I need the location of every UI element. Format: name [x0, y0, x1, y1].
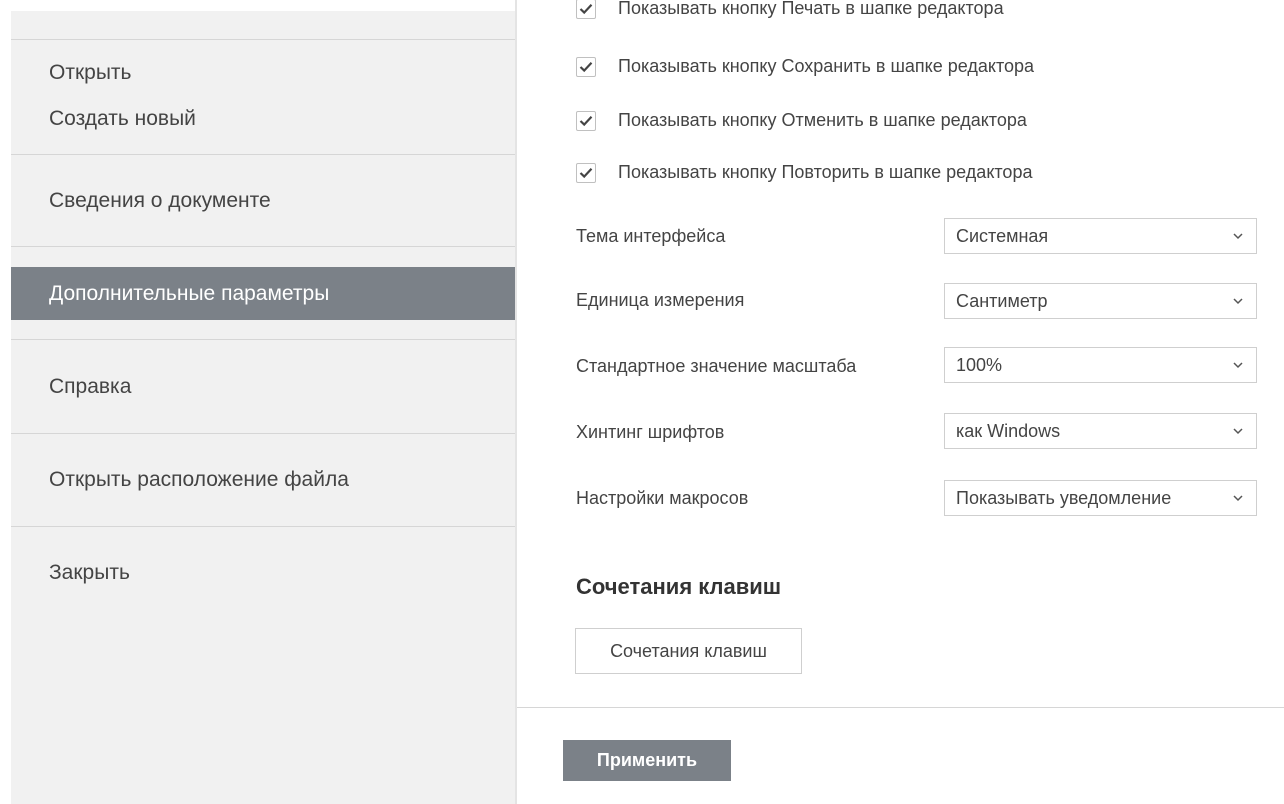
- sidebar-item-help[interactable]: Справка: [11, 340, 515, 433]
- check-icon: [579, 167, 593, 178]
- checkbox-row-redo[interactable]: Показывать кнопку Повторить в шапке реда…: [576, 162, 1032, 183]
- sidebar-item-label: Открыть: [49, 60, 132, 84]
- shortcuts-heading: Сочетания клавиш: [576, 574, 782, 599]
- checkbox-row-save[interactable]: Показывать кнопку Сохранить в шапке реда…: [576, 56, 1034, 77]
- checkbox-redo[interactable]: [576, 162, 596, 183]
- chevron-down-icon: [1233, 428, 1243, 435]
- checkbox-label: Показывать кнопку Сохранить в шапке реда…: [618, 56, 1035, 76]
- select-value: Системная: [956, 225, 1049, 246]
- checkbox-row-print[interactable]: Показывать кнопку Печать в шапке редакто…: [576, 0, 1004, 19]
- footer-divider: [517, 707, 1284, 708]
- sidebar-item-advanced-settings[interactable]: Дополнительные параметры: [11, 267, 515, 320]
- theme-select[interactable]: Системная: [944, 218, 1257, 254]
- sidebar-item-label: Создать новый: [49, 106, 196, 130]
- zoom-select[interactable]: 100%: [944, 347, 1257, 383]
- sidebar-item-label: Дополнительные параметры: [49, 281, 330, 305]
- sidebar: Открыть Создать новый Сведения о докумен…: [11, 11, 515, 804]
- font-hinting-label: Хинтинг шрифтов: [576, 422, 725, 442]
- theme-label: Тема интерфейса: [576, 226, 726, 246]
- chevron-down-icon: [1233, 495, 1243, 502]
- sidebar-top-spacer: [11, 11, 515, 39]
- sidebar-item-label: Сведения о документе: [49, 188, 271, 212]
- sidebar-item-close[interactable]: Закрыть: [11, 527, 515, 619]
- sidebar-item-create-new[interactable]: Создать новый: [11, 97, 515, 154]
- select-value: Сантиметр: [956, 290, 1048, 311]
- select-value: Показывать уведомление: [956, 487, 1172, 508]
- sidebar-item-label: Закрыть: [49, 561, 130, 584]
- unit-select[interactable]: Сантиметр: [944, 283, 1257, 319]
- checkbox-undo[interactable]: [576, 110, 596, 131]
- macros-label: Настройки макросов: [576, 488, 749, 508]
- select-value: как Windows: [956, 420, 1061, 441]
- select-value: 100%: [956, 354, 1003, 375]
- chevron-down-icon: [1233, 362, 1243, 369]
- checkbox-row-undo[interactable]: Показывать кнопку Отменить в шапке редак…: [576, 110, 1027, 131]
- chevron-down-icon: [1233, 233, 1243, 240]
- sidebar-item-label: Открыть расположение файла: [49, 468, 349, 491]
- sidebar-item-open-file-location[interactable]: Открыть расположение файла: [11, 434, 515, 526]
- sidebar-item-document-info[interactable]: Сведения о документе: [11, 155, 515, 246]
- macros-select[interactable]: Показывать уведомление: [944, 480, 1257, 516]
- checkbox-label: Показывать кнопку Повторить в шапке реда…: [618, 162, 1033, 182]
- check-icon: [579, 3, 593, 14]
- check-icon: [579, 115, 593, 126]
- chevron-down-icon: [1233, 298, 1243, 305]
- checkbox-save[interactable]: [576, 56, 596, 77]
- sidebar-item-label: Справка: [49, 374, 132, 398]
- sidebar-item-open[interactable]: Открыть: [11, 40, 515, 97]
- apply-button[interactable]: Применить: [563, 740, 731, 781]
- unit-label: Единица измерения: [576, 290, 745, 310]
- checkbox-label: Показывать кнопку Печать в шапке редакто…: [618, 0, 1004, 18]
- checkbox-label: Показывать кнопку Отменить в шапке редак…: [618, 110, 1027, 130]
- checkbox-print[interactable]: [576, 0, 596, 19]
- check-icon: [579, 61, 593, 72]
- settings-panel: Показывать кнопку Печать в шапке редакто…: [517, 0, 1284, 804]
- app-window: Открыть Создать новый Сведения о докумен…: [0, 0, 1284, 804]
- font-hinting-select[interactable]: как Windows: [944, 413, 1257, 449]
- zoom-label: Стандартное значение масштаба: [576, 356, 857, 376]
- shortcuts-button[interactable]: Сочетания клавиш: [575, 628, 802, 674]
